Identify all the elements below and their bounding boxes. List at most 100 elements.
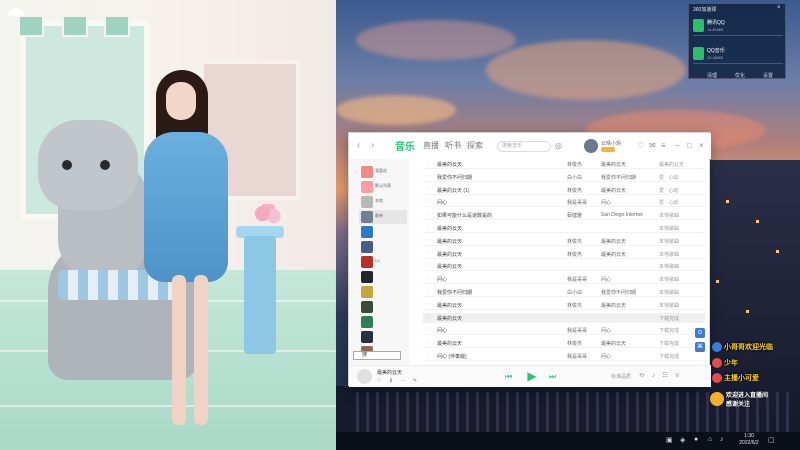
now-playing-title[interactable]: 最美的云天 bbox=[377, 369, 402, 376]
mail-icon[interactable]: ✉ bbox=[649, 141, 656, 150]
process-item[interactable]: 腾讯QQ 14.81MB bbox=[693, 16, 783, 36]
song-status: 本地歌曲 bbox=[659, 213, 680, 220]
volume-icon[interactable]: ♪ bbox=[720, 436, 724, 443]
favorite-heart-icon[interactable]: ♡ bbox=[425, 212, 429, 218]
song-artist: 我是哥哥 bbox=[567, 354, 588, 360]
favorite-heart-icon[interactable]: ♡ bbox=[425, 289, 429, 295]
network-icon[interactable]: ⌂ bbox=[708, 436, 712, 443]
forward-arrow-icon[interactable]: › bbox=[371, 140, 374, 151]
taskbar-clock[interactable]: 1:30 2022/6/2 bbox=[734, 433, 764, 447]
sidebar-playlist-item[interactable] bbox=[359, 285, 407, 299]
song-row[interactable]: ♡ 最美的云天 林俊杰 最美的云天 本地歌曲 bbox=[423, 300, 705, 310]
song-row[interactable]: ♡ 我爱你不问归期 白小白 我爱你不问归期 本地歌曲 bbox=[423, 287, 705, 297]
close-icon[interactable]: × bbox=[699, 141, 704, 150]
playlist-label: 本地 bbox=[375, 198, 383, 203]
playback-bar: 最美的云天 ♡ ⬇ ⋯ ✎ ⏮ ▶ ⏭ 标准品质 ⟲ ♪ ☷ ≡ bbox=[349, 365, 711, 387]
favorite-heart-icon[interactable]: ♡ bbox=[425, 161, 429, 167]
favorite-heart-icon[interactable]: ♡ bbox=[425, 225, 429, 231]
song-row[interactable]: ♡ 如果可能什么是道数是的 蔡健雅 San Diego Internet 本地歌曲 bbox=[423, 210, 705, 221]
sidebar-playlist-item[interactable]: 歌单 bbox=[359, 210, 407, 224]
sidebar-playlist-item[interactable] bbox=[359, 330, 407, 344]
sidebar-playlist-item[interactable] bbox=[359, 300, 407, 314]
close-icon[interactable]: × bbox=[777, 5, 781, 11]
sidebar-playlist-item[interactable]: 默认列表 bbox=[359, 180, 407, 194]
process-item[interactable]: QQ音乐 20.48MB bbox=[693, 44, 783, 64]
tool-icon[interactable]: ⌘ bbox=[695, 342, 705, 352]
favorite-heart-icon[interactable]: ♡ bbox=[425, 263, 429, 269]
speedup-popup[interactable]: 360加速球 × 腾讯QQ 14.81MB QQ音乐 20.48MB 清理 优化… bbox=[688, 3, 786, 79]
sidebar-playlist-item[interactable] bbox=[359, 225, 407, 239]
song-row[interactable]: ♡ 最美的云天 林俊杰 最美的云天 本地歌曲 bbox=[423, 249, 705, 259]
song-row[interactable]: ♡ 最美的云天 林俊杰 最美的云天 本地歌曲 bbox=[423, 236, 705, 246]
quality-selector[interactable]: 标准品质 bbox=[611, 373, 631, 380]
menu-icon[interactable]: ≡ bbox=[661, 141, 666, 150]
song-row[interactable]: ♡ 最美的云天 本地歌曲 bbox=[423, 261, 705, 272]
notification-icon[interactable]: ▢ bbox=[768, 436, 775, 444]
song-row[interactable]: ♡ 我爱你不问归期 白小白 我爱你不问归期 爱 · 心动 bbox=[423, 172, 705, 182]
local-search-input[interactable]: 搜 bbox=[353, 351, 401, 360]
back-arrow-icon[interactable]: ‹ bbox=[357, 140, 360, 151]
favorite-heart-icon[interactable]: ♡ bbox=[425, 199, 429, 205]
favorite-heart-icon[interactable]: ♡ bbox=[425, 187, 429, 193]
skin-icon[interactable]: ♡ bbox=[637, 141, 644, 150]
process-size: 20.48MB bbox=[707, 55, 724, 60]
username-label[interactable]: 云晴小玥 bbox=[601, 140, 621, 147]
minimize-icon[interactable]: – bbox=[675, 141, 679, 150]
player-right-icons[interactable]: ⟲ ♪ ☷ ≡ bbox=[639, 372, 682, 379]
song-status: 下载完成 bbox=[659, 328, 680, 335]
music-player-window[interactable]: ‹ › 音乐 直播 听书 探索 搜索音乐 ◎ 云晴小玥 ♡ ✉ ≡ – □ × … bbox=[348, 132, 711, 387]
song-artist: 我是哥哥 bbox=[567, 200, 588, 207]
sidebar-playlist-item[interactable] bbox=[359, 240, 407, 254]
user-avatar[interactable] bbox=[584, 139, 598, 153]
song-row[interactable]: ♡ 最美的云天 下载完成 bbox=[423, 312, 705, 323]
sidebar-playlist-item[interactable]: 我喜欢 bbox=[359, 165, 407, 179]
tray-icon[interactable]: ● bbox=[694, 436, 698, 443]
chat-badge bbox=[712, 373, 722, 383]
settings-button[interactable]: 设置 bbox=[763, 72, 773, 79]
chat-message: 主播小可爱 bbox=[724, 375, 759, 382]
song-row[interactable]: ♡ 最美的云天 林俊杰 最美的云天 下载完成 bbox=[423, 338, 705, 349]
next-track-icon[interactable]: ⏭ bbox=[549, 372, 556, 382]
optimize-button[interactable]: 优化 bbox=[735, 72, 745, 79]
song-row[interactable]: ♡ 最美的云天 本地歌曲 bbox=[423, 223, 705, 233]
tray-icon[interactable]: ◈ bbox=[680, 436, 685, 444]
song-row[interactable]: ♡ 问心 我是哥哥 问心 下载完成 bbox=[423, 325, 705, 336]
cleanup-button[interactable]: 清理 bbox=[707, 72, 717, 79]
assistant-icon[interactable]: ⊙ bbox=[695, 328, 705, 338]
favorite-heart-icon[interactable]: ♡ bbox=[425, 302, 429, 308]
now-playing-actions[interactable]: ♡ ⬇ ⋯ ✎ bbox=[377, 378, 420, 384]
song-album: San Diego Internet bbox=[601, 212, 643, 219]
favorite-heart-icon[interactable]: ♡ bbox=[425, 327, 429, 333]
maximize-icon[interactable]: □ bbox=[687, 141, 692, 150]
favorite-heart-icon[interactable]: ♡ bbox=[425, 251, 429, 257]
song-row[interactable]: ♡ 问心 我是哥哥 问心 本地歌曲 bbox=[423, 274, 705, 285]
sidebar-playlist-item[interactable]: 本地 bbox=[359, 195, 407, 209]
favorite-heart-icon[interactable]: ♡ bbox=[425, 315, 429, 321]
tab-explore[interactable]: 探索 bbox=[467, 140, 483, 151]
sidebar-playlist-item[interactable]: DJ bbox=[359, 255, 407, 269]
tab-audiobook[interactable]: 听书 bbox=[445, 140, 461, 151]
favorite-heart-icon[interactable]: ♡ bbox=[425, 340, 429, 346]
sidebar-playlist-item[interactable] bbox=[359, 270, 407, 284]
song-row[interactable]: ♡ 最美的云天 (1) 林俊杰 最美的云天 爱 · 心动 bbox=[423, 185, 705, 195]
song-status: 本地歌曲 bbox=[659, 264, 680, 271]
play-button[interactable]: ▶ bbox=[525, 369, 539, 383]
tab-live[interactable]: 直播 bbox=[423, 140, 439, 151]
song-row[interactable]: ♡ 问心 (伴奏版) 我是哥哥 问心 下载完成 bbox=[423, 351, 705, 361]
music-search-input[interactable]: 搜索音乐 bbox=[497, 141, 551, 152]
favorite-heart-icon[interactable]: ♡ bbox=[425, 353, 429, 359]
tray-icon[interactable]: ▣ bbox=[666, 436, 673, 444]
favorite-heart-icon[interactable]: ♡ bbox=[425, 238, 429, 244]
song-status: 最美的云天 bbox=[659, 162, 685, 168]
sidebar-playlist-item[interactable] bbox=[359, 315, 407, 329]
song-status: 下载完成 bbox=[659, 315, 680, 322]
song-title: 最美的云天 bbox=[437, 341, 463, 348]
song-row[interactable]: ♡ 最美的云天 林俊杰 最美的云天 最美的云天 bbox=[423, 159, 705, 169]
previous-track-icon[interactable]: ⏮ bbox=[505, 372, 512, 382]
favorite-heart-icon[interactable]: ♡ bbox=[425, 276, 429, 282]
tab-music[interactable]: 音乐 bbox=[395, 138, 415, 153]
song-row[interactable]: ♡ 问心 我是哥哥 问心 爱 · 心动 bbox=[423, 197, 705, 208]
now-playing-cover[interactable] bbox=[357, 369, 372, 384]
favorite-heart-icon[interactable]: ♡ bbox=[425, 174, 429, 180]
mic-icon[interactable]: ◎ bbox=[555, 141, 562, 150]
